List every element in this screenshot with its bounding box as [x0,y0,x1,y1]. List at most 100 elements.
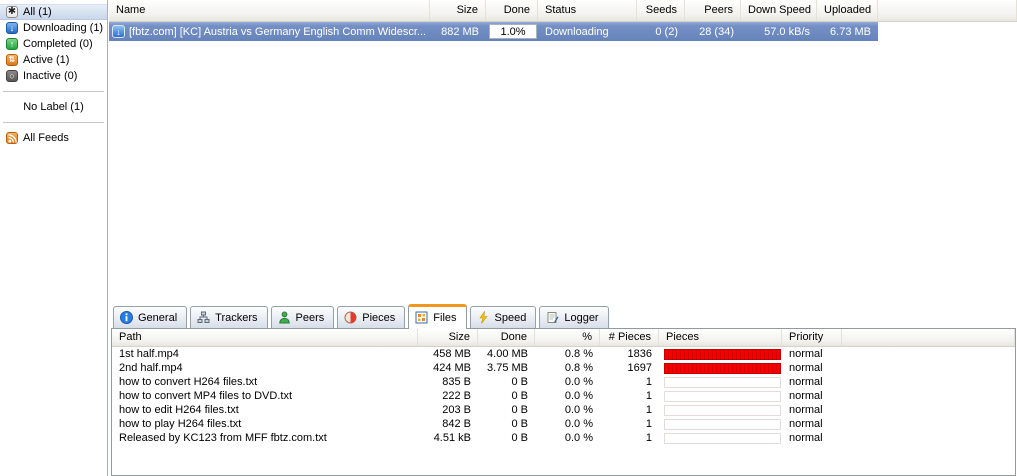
sidebar-item-active[interactable]: ⇅ Active (1) [0,52,107,68]
column-header-percent[interactable]: % [535,329,600,346]
tab-label: Pieces [362,311,396,324]
file-priority: normal [789,362,823,374]
column-header-status[interactable]: Status [538,0,637,21]
file-percent: 0.8 % [564,348,593,360]
torrent-progress-value: 1.0% [500,25,526,38]
sidebar-item-label: No Label (1) [23,100,84,113]
files-table-header: Path Size Done % # Pieces Pieces Priorit… [112,329,1015,347]
file-num-pieces: 1 [645,432,652,444]
torrent-download-icon: ↓ [112,25,125,38]
tab-peers[interactable]: Peers [270,306,335,328]
column-header-filler [842,329,1015,346]
active-arrows-icon: ⇅ [6,54,18,66]
torrent-list-header: Name Size Done Status Seeds Peers Down S… [109,0,1017,22]
sidebar-item-no-label[interactable]: No Label (1) [0,99,107,115]
sidebar-item-label: Completed (0) [23,38,93,50]
file-row[interactable]: how to edit H264 files.txt 203 B 0 B 0.0… [112,403,1015,417]
file-pieces-bar [664,362,781,374]
file-percent: 0.0 % [564,418,593,430]
file-percent: 0.0 % [564,404,593,416]
file-pieces-bar [664,418,781,430]
sidebar-item-completed[interactable]: ↑ Completed (0) [0,36,107,52]
file-row[interactable]: Released by KC123 from MFF fbtz.com.txt … [112,431,1015,445]
sidebar-item-label: All Feeds [23,132,69,144]
file-row[interactable]: 1st half.mp4 458 MB 4.00 MB 0.8 % 1836 n… [112,347,1015,361]
torrent-name: [fbtz.com] [KC] Austria vs Germany Engli… [129,25,427,38]
category-sidebar: ✱ All (1) ↓ Downloading (1) ↑ Completed … [0,0,108,476]
column-header-size[interactable]: Size [430,0,486,21]
file-row[interactable]: how to convert MP4 files to DVD.txt 222 … [112,389,1015,403]
file-size: 835 B [442,376,471,388]
file-path: how to convert MP4 files to DVD.txt [119,390,293,402]
file-priority: normal [789,418,823,430]
column-header-peers[interactable]: Peers [685,0,741,21]
tab-pieces[interactable]: Pieces [337,306,406,328]
file-priority: normal [789,390,823,402]
tab-label: Speed [494,311,527,324]
logger-notepad-icon [547,312,559,323]
sidebar-item-all-feeds[interactable]: All Feeds [0,130,107,146]
column-header-down-speed[interactable]: Down Speed [741,0,817,21]
torrent-seeds: 0 (2) [655,25,678,38]
column-header-size[interactable]: Size [418,329,478,346]
file-pieces-bar [664,348,781,360]
file-num-pieces: 1 [645,404,652,416]
file-size: 222 B [442,390,471,402]
column-header-done[interactable]: Done [478,329,535,346]
rss-feed-icon [6,132,18,144]
column-header-seeds[interactable]: Seeds [637,0,685,21]
torrent-uploaded: 6.73 MB [830,25,871,38]
detail-tab-bar: General Trackers Peers Pieces Files Spee… [111,303,609,329]
lightning-icon [478,311,488,324]
column-header-uploaded[interactable]: Uploaded [817,0,878,21]
torrent-peers: 28 (34) [699,25,734,38]
tab-files[interactable]: Files [408,304,467,329]
column-header-pieces[interactable]: Pieces [659,329,782,346]
tab-label: Peers [295,311,325,324]
tab-logger[interactable]: Logger [539,306,609,328]
file-priority: normal [789,432,823,444]
tab-label: Files [433,311,457,324]
file-num-pieces: 1 [645,390,652,402]
torrent-row-selected[interactable]: ↓ [fbtz.com] [KC] Austria vs Germany Eng… [109,22,878,41]
file-pieces-bar [664,390,781,402]
tab-general[interactable]: General [113,306,188,328]
column-header-done[interactable]: Done [486,0,538,21]
file-row[interactable]: 2nd half.mp4 424 MB 3.75 MB 0.8 % 1697 n… [112,361,1015,375]
info-icon [120,311,133,324]
file-num-pieces: 1836 [627,348,652,360]
file-done: 0 B [511,418,528,430]
file-pieces-bar [664,432,781,444]
file-row[interactable]: how to play H264 files.txt 842 B 0 B 0.0… [112,417,1015,431]
file-size: 4.51 kB [433,432,471,444]
tab-label: Trackers [215,311,258,324]
inactive-dot-icon: ○ [6,70,18,82]
files-tab-panel: Path Size Done % # Pieces Pieces Priorit… [111,328,1016,476]
file-done: 0 B [511,432,528,444]
torrent-progress-bar: 1.0% [489,24,537,39]
sidebar-item-downloading[interactable]: ↓ Downloading (1) [0,20,107,36]
torrent-size: 882 MB [441,25,479,38]
file-done: 3.75 MB [487,362,528,374]
sidebar-divider [3,91,104,92]
torrent-down-speed: 57.0 kB/s [764,25,810,38]
file-path: how to edit H264 files.txt [119,404,239,416]
file-num-pieces: 1697 [627,362,652,374]
file-row[interactable]: how to convert H264 files.txt 835 B 0 B … [112,375,1015,389]
file-pieces-bar [664,376,781,388]
column-header-path[interactable]: Path [112,329,418,346]
column-header-name[interactable]: Name [109,0,430,21]
tab-trackers[interactable]: Trackers [190,306,268,328]
file-percent: 0.0 % [564,376,593,388]
column-header-filler [878,0,1017,21]
column-header-priority[interactable]: Priority [782,329,842,346]
column-header-num-pieces[interactable]: # Pieces [600,329,659,346]
tab-speed[interactable]: Speed [469,306,537,328]
files-icon [415,311,428,324]
file-num-pieces: 1 [645,376,652,388]
file-percent: 0.0 % [564,432,593,444]
sidebar-item-inactive[interactable]: ○ Inactive (0) [0,68,107,84]
download-arrow-icon: ↓ [6,22,18,34]
file-size: 458 MB [433,348,471,360]
sidebar-item-all[interactable]: ✱ All (1) [0,4,107,20]
